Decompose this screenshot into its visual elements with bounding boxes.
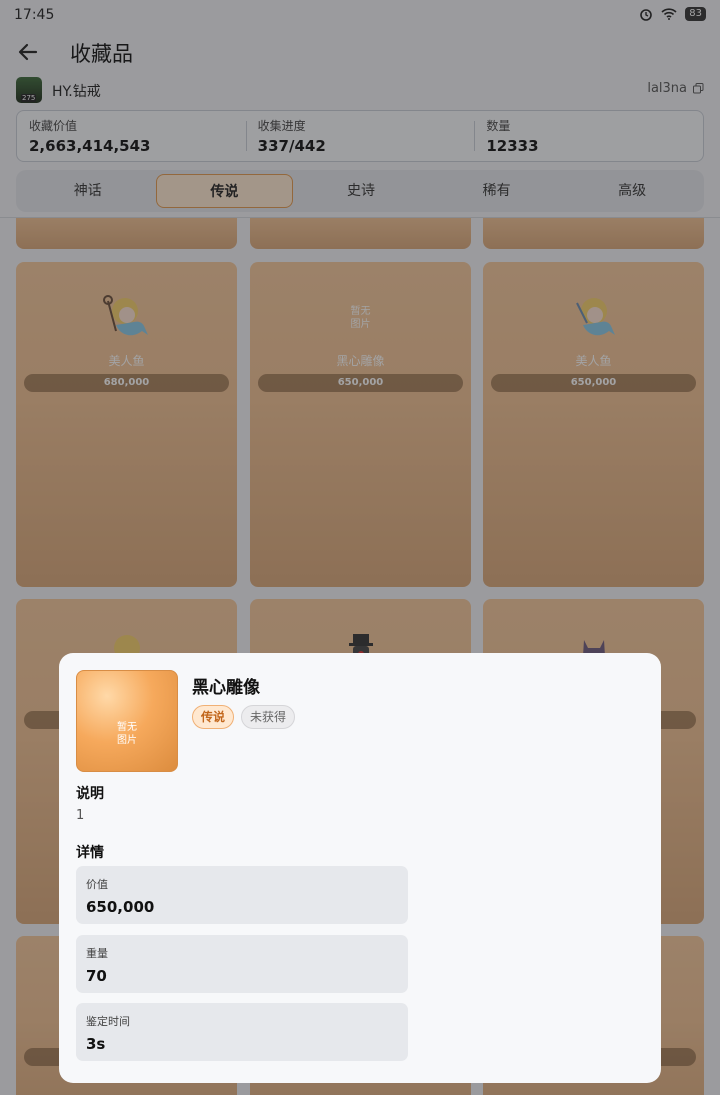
detail-time-box: 鉴定时间 3s bbox=[76, 1003, 408, 1061]
item-title: 黑心雕像 bbox=[192, 678, 260, 698]
details-heading: 详情 bbox=[76, 845, 104, 861]
detail-value-box: 价值 650,000 bbox=[76, 866, 408, 924]
item-detail-dialog: 暂无 图片 黑心雕像 传说 未获得 说明 1 详情 价值 650,000 重量 … bbox=[59, 653, 661, 1083]
detail-label: 重量 bbox=[86, 947, 108, 960]
detail-value: 650,000 bbox=[86, 898, 155, 916]
description-text: 1 bbox=[76, 808, 85, 823]
status-badge: 未获得 bbox=[241, 705, 296, 729]
no-image-placeholder: 暂无 图片 bbox=[117, 722, 137, 746]
detail-value: 70 bbox=[86, 967, 107, 985]
description-heading: 说明 bbox=[76, 786, 104, 802]
rarity-badge: 传说 bbox=[192, 705, 235, 729]
detail-label: 价值 bbox=[86, 878, 108, 891]
item-thumbnail: 暂无 图片 bbox=[76, 670, 178, 772]
detail-weight-box: 重量 70 bbox=[76, 935, 408, 993]
detail-label: 鉴定时间 bbox=[86, 1015, 130, 1028]
detail-value: 3s bbox=[86, 1035, 106, 1053]
